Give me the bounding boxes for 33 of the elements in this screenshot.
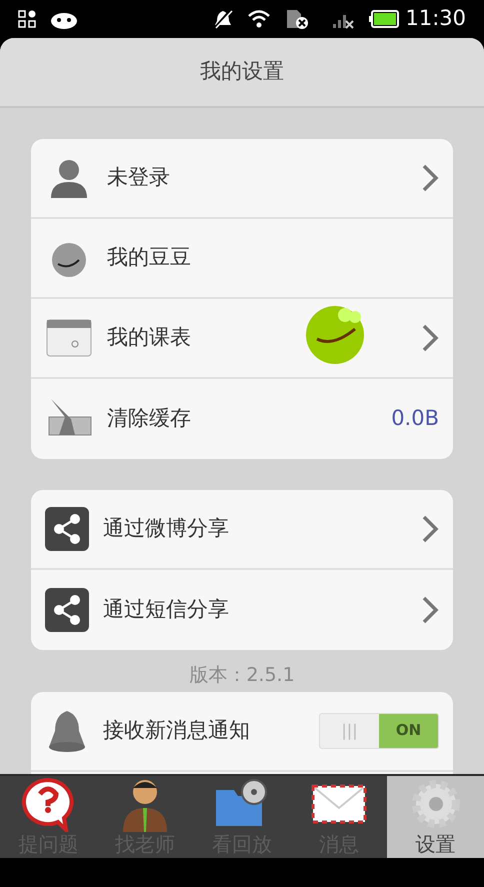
row-label: 我的课表: [107, 324, 191, 352]
settings-row[interactable]: 通过短信分享: [31, 570, 453, 650]
muted-bell-icon: [213, 9, 234, 29]
wifi-icon: [247, 9, 272, 29]
page-title: 我的设置: [200, 58, 284, 86]
settings-row[interactable]: 我的课表: [31, 299, 453, 379]
cache-size: 0.0B: [391, 405, 439, 432]
switch-state: ON: [379, 714, 438, 748]
tab[interactable]: 设置: [387, 776, 484, 858]
row-label: 通过微博分享: [103, 515, 229, 542]
chevron-right-icon: [421, 163, 439, 193]
settings-row[interactable]: 未登录: [31, 139, 453, 219]
chevron-right-icon: [421, 514, 439, 544]
settings-row[interactable]: 清除缓存 0.0B: [31, 379, 453, 459]
chevron-right-icon: [421, 595, 439, 625]
row-label: 接收新消息通知: [103, 716, 250, 744]
sim-card-error-icon: [285, 8, 310, 30]
clock: 11:30: [405, 5, 466, 32]
battery-icon: [369, 10, 400, 28]
row-label: 我的豆豆: [107, 244, 191, 272]
grid-icon: [18, 10, 36, 28]
settings-row[interactable]: 通过微博分享: [31, 490, 453, 570]
toggle-switch[interactable]: ||| ON: [319, 712, 439, 748]
settings-row[interactable]: 接收新消息通知 ||| ON: [31, 692, 453, 772]
share-icon: [45, 507, 89, 551]
switch-grip: |||: [340, 720, 359, 742]
row-label: 通过短信分享: [103, 596, 229, 624]
version-text: 版本：2.5.1: [188, 663, 296, 688]
share-icon: [45, 588, 89, 632]
chevron-right-icon: [421, 323, 439, 353]
settings-row[interactable]: 我的豆豆: [31, 219, 453, 299]
row-label: 清除缓存: [107, 405, 191, 432]
row-label: 未登录: [107, 164, 170, 192]
